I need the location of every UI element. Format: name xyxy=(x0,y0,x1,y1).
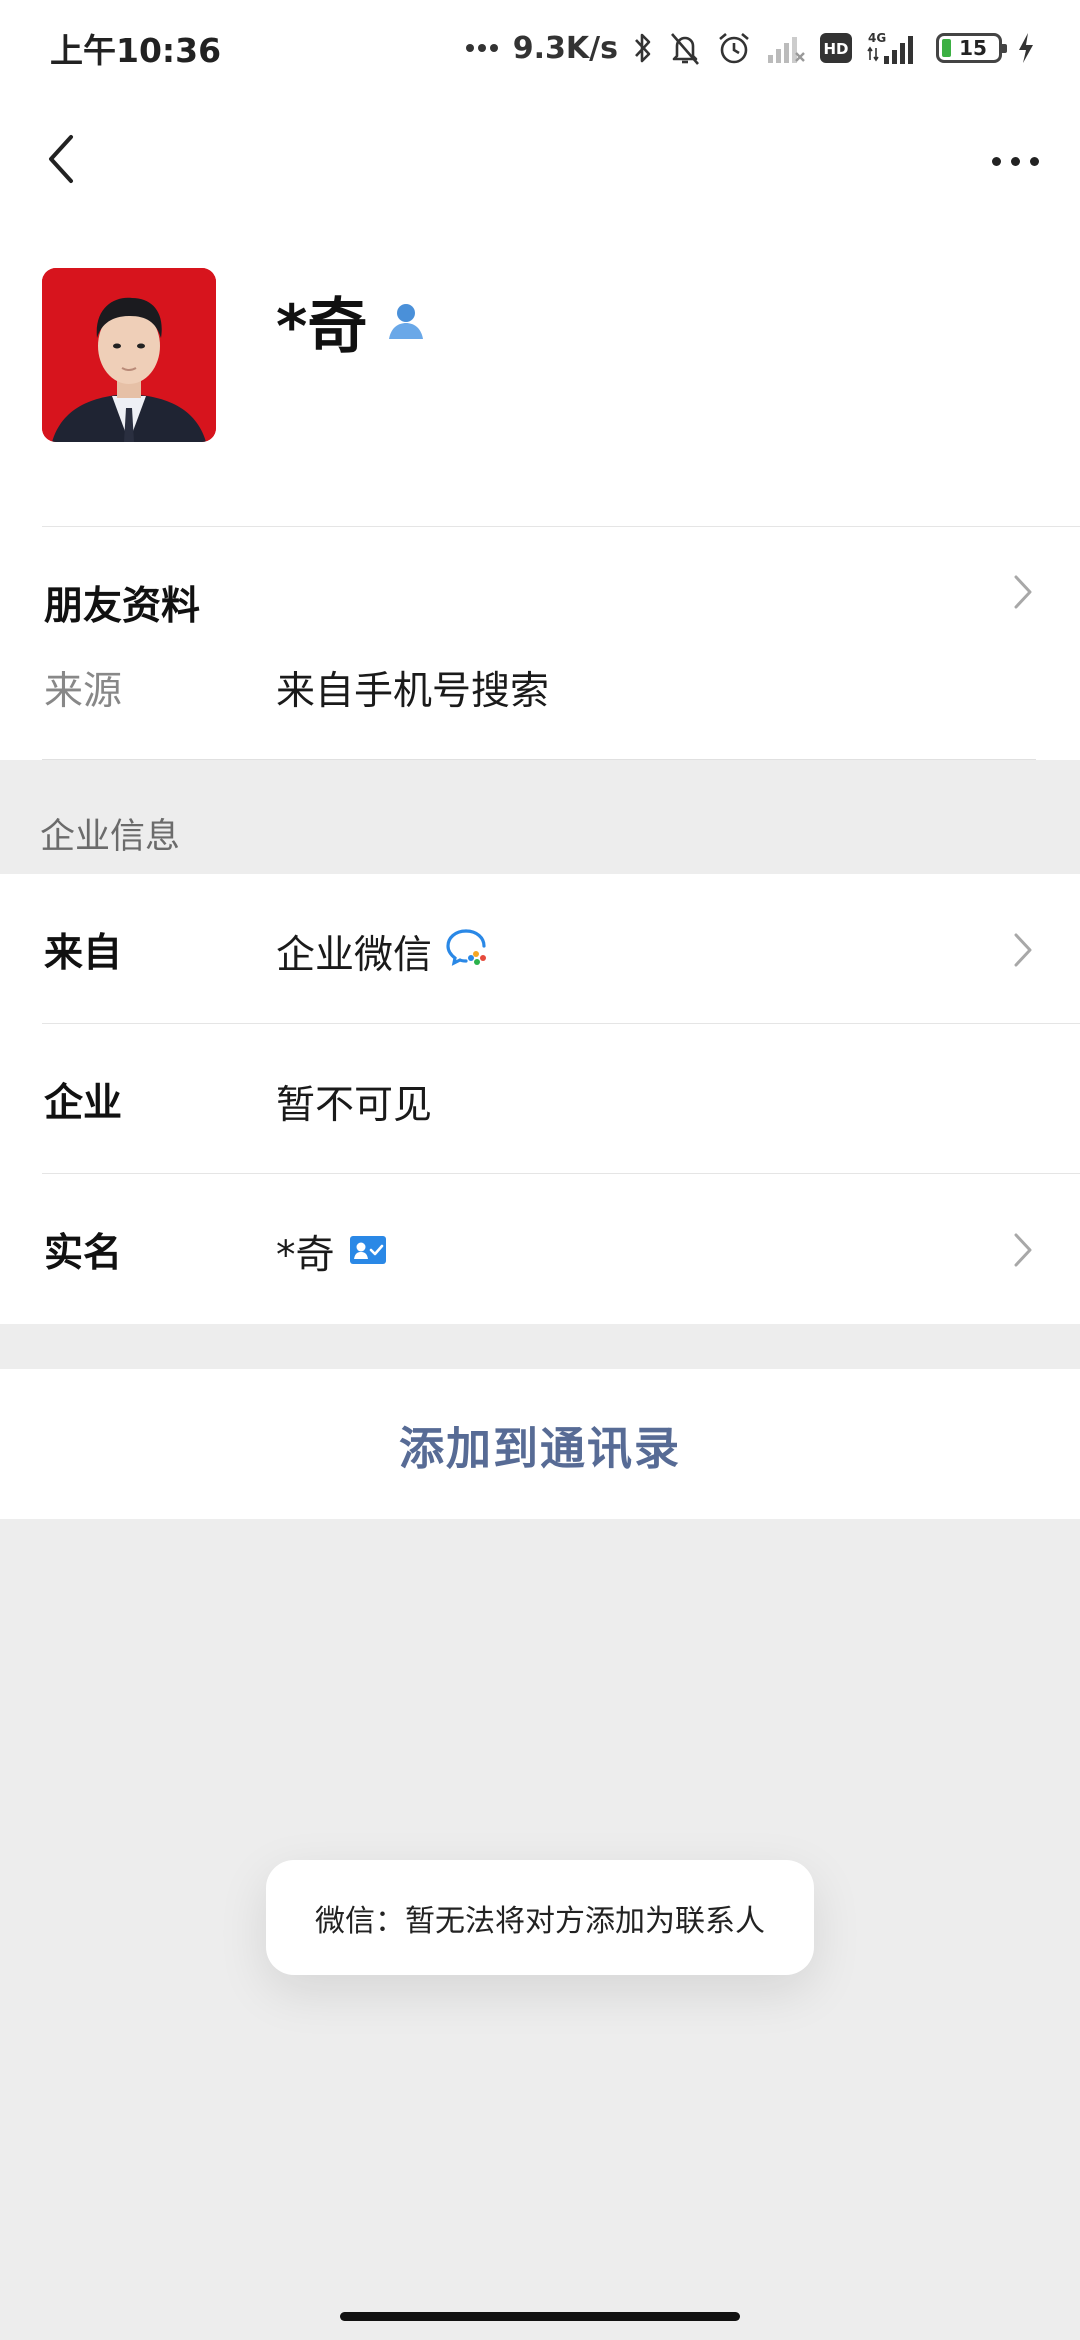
more-button[interactable] xyxy=(980,126,1050,196)
status-bar: 上午10:36 9.3K/s HD 4G 15 xyxy=(0,0,1080,96)
source-label: 来源 xyxy=(44,669,123,714)
row-realname[interactable]: 实名 *奇 xyxy=(0,1174,1080,1324)
chevron-left-icon xyxy=(43,133,77,189)
screen: 上午10:36 9.3K/s HD 4G 15 *奇 朋友资料 来源 来自手机号… xyxy=(0,0,1080,2340)
battery-icon: 15 xyxy=(936,33,1007,63)
signal-weak-icon xyxy=(766,31,806,65)
row-from-value: 企业微信 xyxy=(276,933,433,978)
chevron-right-icon xyxy=(1010,572,1036,612)
add-to-contacts-label: 添加到通讯录 xyxy=(398,1421,681,1475)
status-time: 上午10:36 xyxy=(50,31,222,70)
toast: 微信：暂无法将对方添加为联系人 xyxy=(266,1860,814,1975)
signal-4g-icon: 4G xyxy=(866,30,922,66)
row-from[interactable]: 来自 企业微信 xyxy=(0,874,1080,1024)
battery-level: 15 xyxy=(959,36,987,60)
bell-muted-icon xyxy=(668,30,702,66)
avatar[interactable] xyxy=(42,268,216,442)
row-company-value: 暂不可见 xyxy=(276,1083,433,1128)
alarm-icon xyxy=(716,30,752,66)
row-realname-value-wrap: *奇 xyxy=(276,1224,387,1280)
net-speed: 9.3K/s xyxy=(512,30,618,66)
row-realname-value: *奇 xyxy=(276,1233,335,1278)
enterprise-rows: 来自 企业微信 企业 暂不可见 实名 *奇 xyxy=(0,874,1080,1324)
home-indicator[interactable] xyxy=(340,2312,740,2321)
friend-info-section[interactable]: 朋友资料 来源 来自手机号搜索 xyxy=(0,527,1080,760)
chevron-right-icon xyxy=(1010,1230,1036,1270)
profile-name: *奇 xyxy=(276,292,368,362)
toast-message: 微信：暂无法将对方添加为联系人 xyxy=(315,1903,765,1939)
row-company-label: 企业 xyxy=(44,1081,123,1126)
more-horizontal-icon xyxy=(991,156,1039,166)
source-value: 来自手机号搜索 xyxy=(276,669,550,714)
profile-name-row: *奇 xyxy=(276,278,427,365)
network-type: 4G xyxy=(868,31,886,45)
nav-bar xyxy=(0,96,1080,226)
enterprise-section-title: 企业信息 xyxy=(40,817,181,857)
bluetooth-icon xyxy=(632,30,654,66)
hd-icon: HD xyxy=(820,33,852,63)
row-realname-label: 实名 xyxy=(44,1231,123,1276)
row-from-label: 来自 xyxy=(44,931,123,976)
status-icons: 9.3K/s HD 4G 15 xyxy=(465,30,1036,66)
row-company: 企业 暂不可见 xyxy=(0,1024,1080,1174)
dots-icon xyxy=(465,43,499,53)
back-button[interactable] xyxy=(30,126,90,196)
wecom-logo-icon xyxy=(446,927,490,977)
chevron-right-icon xyxy=(1010,930,1036,970)
friend-info-title: 朋友资料 xyxy=(44,584,201,629)
row-from-value-wrap: 企业微信 xyxy=(276,924,490,980)
charging-icon xyxy=(1016,31,1036,65)
add-to-contacts-button[interactable]: 添加到通讯录 xyxy=(0,1369,1080,1519)
contact-person-icon xyxy=(385,299,427,345)
hd-text: HD xyxy=(823,40,848,58)
profile-header: *奇 xyxy=(0,226,1080,527)
divider xyxy=(42,759,1036,760)
verified-id-icon xyxy=(349,1230,387,1275)
